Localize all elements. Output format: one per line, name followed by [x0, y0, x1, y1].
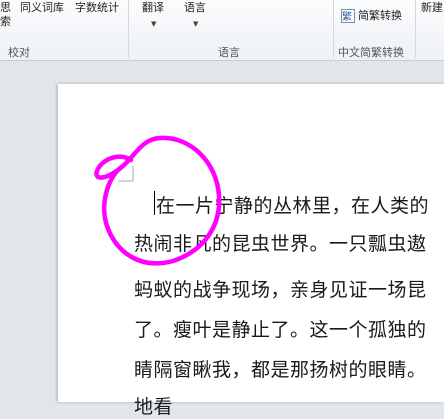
- annotation-circle: [94, 135, 222, 266]
